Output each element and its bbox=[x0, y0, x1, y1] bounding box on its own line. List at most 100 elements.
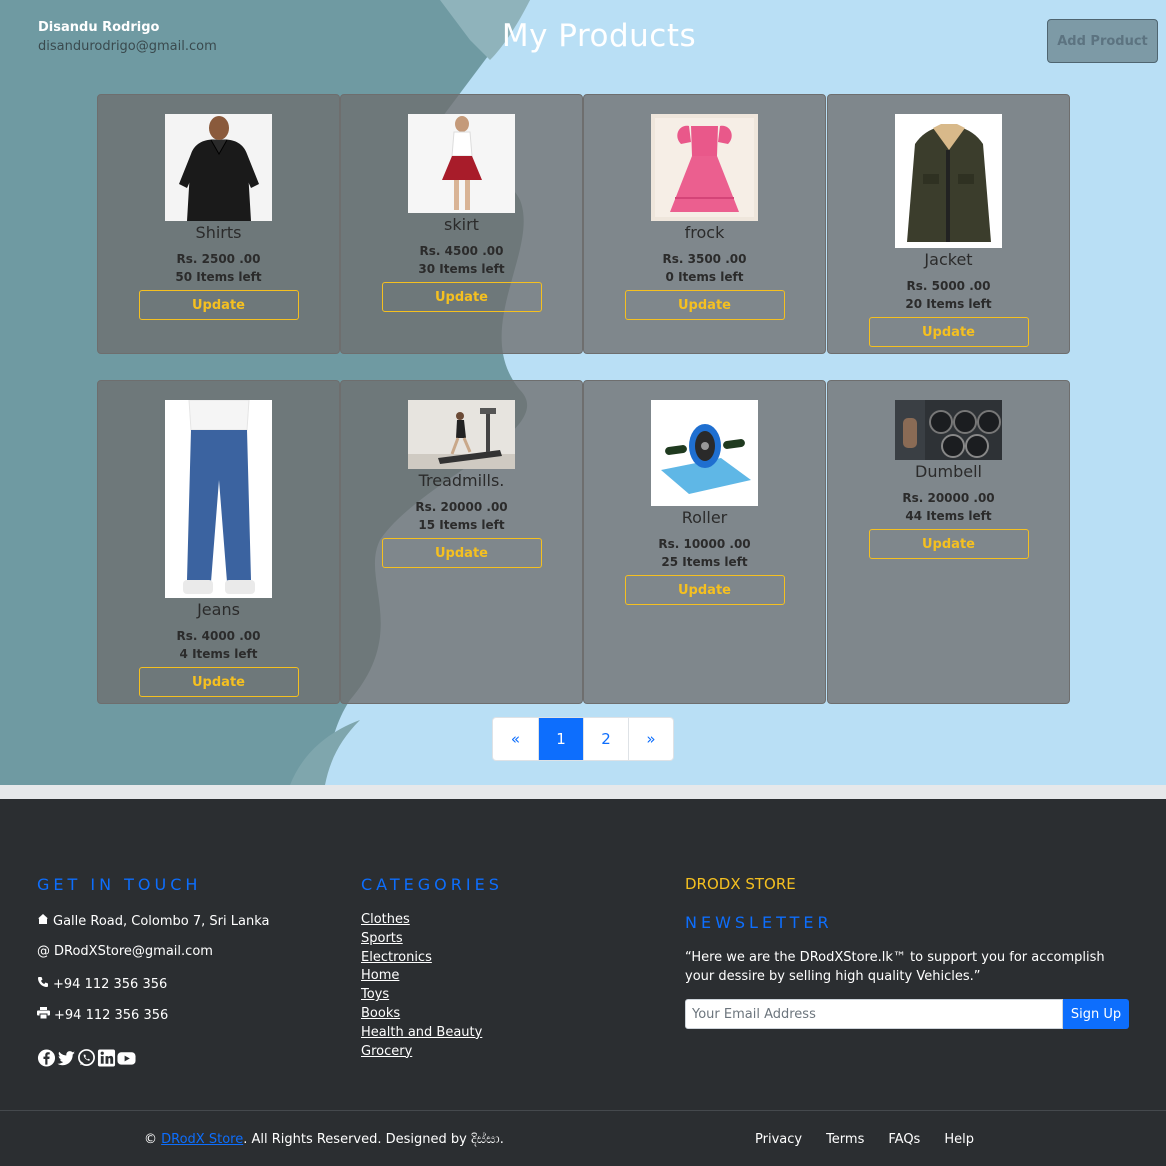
email-text: DRodXStore@gmail.com bbox=[54, 944, 213, 959]
product-name: Jacket bbox=[924, 250, 973, 269]
copyright-text: . All Rights Reserved. Designed by දිස්ස… bbox=[243, 1132, 504, 1147]
black-shirt-photo bbox=[165, 114, 272, 221]
newsletter-email-input[interactable] bbox=[685, 999, 1063, 1029]
update-button[interactable]: Update bbox=[868, 317, 1029, 347]
update-button[interactable]: Update bbox=[138, 290, 299, 320]
product-card: frock Rs. 3500 .00 0 Items left Update bbox=[583, 94, 826, 354]
address-line: Galle Road, Colombo 7, Sri Lanka bbox=[37, 913, 269, 929]
category-link-health-beauty[interactable]: Health and Beauty bbox=[361, 1024, 482, 1043]
pagination-page-1[interactable]: 1 bbox=[538, 718, 583, 760]
add-product-button[interactable]: Add Product bbox=[1047, 19, 1158, 63]
category-link-grocery[interactable]: Grocery bbox=[361, 1043, 482, 1062]
product-name: Jeans bbox=[197, 600, 240, 619]
store-heading: DRODX STORE bbox=[685, 875, 796, 893]
product-name: frock bbox=[684, 223, 725, 242]
youtube-icon[interactable] bbox=[117, 1048, 136, 1068]
update-button[interactable]: Update bbox=[381, 282, 542, 312]
pagination-page-2[interactable]: 2 bbox=[583, 718, 628, 760]
product-price: Rs. 10000 .00 bbox=[658, 537, 751, 551]
at-icon: @ bbox=[37, 944, 50, 959]
product-stock: 50 Items left bbox=[175, 270, 262, 284]
update-button[interactable]: Update bbox=[868, 529, 1029, 559]
update-button[interactable]: Update bbox=[138, 667, 299, 697]
categories-heading: CATEGORIES bbox=[361, 875, 503, 894]
home-icon bbox=[37, 913, 49, 929]
product-stock: 20 Items left bbox=[905, 297, 992, 311]
update-button[interactable]: Update bbox=[624, 290, 785, 320]
copyright: © DRodX Store. All Rights Reserved. Desi… bbox=[144, 1132, 504, 1147]
footer-divider bbox=[0, 1110, 1166, 1111]
pink-frock-photo bbox=[651, 114, 758, 221]
product-name: Shirts bbox=[195, 223, 242, 242]
product-card: Treadmills. Rs. 20000 .00 15 Items left … bbox=[340, 380, 583, 704]
product-stock: 44 Items left bbox=[905, 509, 992, 523]
dumbbell-rack-photo bbox=[895, 400, 1002, 460]
treadmill-photo bbox=[408, 400, 515, 469]
product-price: Rs. 2500 .00 bbox=[176, 252, 261, 266]
product-name: skirt bbox=[444, 215, 479, 234]
fax-text: +94 112 356 356 bbox=[54, 1007, 169, 1023]
category-link-electronics[interactable]: Electronics bbox=[361, 949, 482, 968]
newsletter-text: “Here we are the DRodXStore.lk™ to suppo… bbox=[685, 950, 1105, 984]
product-price: Rs. 3500 .00 bbox=[662, 252, 747, 266]
printer-icon bbox=[37, 1007, 50, 1023]
product-name: Dumbell bbox=[915, 462, 982, 481]
product-name: Roller bbox=[681, 508, 728, 527]
product-stock: 4 Items left bbox=[179, 647, 258, 661]
phone-line: +94 112 356 356 bbox=[37, 976, 167, 992]
footer: GET IN TOUCH Galle Road, Colombo 7, Sri … bbox=[0, 799, 1166, 1166]
fax-line: +94 112 356 356 bbox=[37, 1007, 168, 1023]
update-button[interactable]: Update bbox=[381, 538, 542, 568]
pagination-next[interactable]: » bbox=[628, 718, 673, 760]
categories-list: Clothes Sports Electronics Home Toys Boo… bbox=[361, 911, 482, 1061]
product-price: Rs. 4500 .00 bbox=[419, 244, 504, 258]
product-card: skirt Rs. 4500 .00 30 Items left Update bbox=[340, 94, 583, 354]
faqs-link[interactable]: FAQs bbox=[888, 1132, 920, 1147]
product-name: Treadmills. bbox=[418, 471, 505, 490]
product-price: Rs. 20000 .00 bbox=[902, 491, 995, 505]
product-price: Rs. 5000 .00 bbox=[906, 279, 991, 293]
product-card: Jeans Rs. 4000 .00 4 Items left Update bbox=[97, 380, 340, 704]
privacy-link[interactable]: Privacy bbox=[755, 1132, 802, 1147]
pagination-prev[interactable]: « bbox=[493, 718, 538, 760]
category-link-sports[interactable]: Sports bbox=[361, 930, 482, 949]
product-card: Jacket Rs. 5000 .00 20 Items left Update bbox=[827, 94, 1070, 354]
product-stock: 15 Items left bbox=[418, 518, 505, 532]
terms-link[interactable]: Terms bbox=[826, 1132, 864, 1147]
product-price: Rs. 4000 .00 bbox=[176, 629, 261, 643]
product-stock: 30 Items left bbox=[418, 262, 505, 276]
category-link-books[interactable]: Books bbox=[361, 1005, 482, 1024]
product-price: Rs. 20000 .00 bbox=[415, 500, 508, 514]
linkedin-icon[interactable] bbox=[97, 1048, 116, 1068]
contact-heading: GET IN TOUCH bbox=[37, 875, 202, 894]
green-jacket-photo bbox=[895, 114, 1002, 248]
store-link[interactable]: DRodX Store bbox=[161, 1132, 243, 1147]
footer-links: Privacy Terms FAQs Help bbox=[755, 1132, 998, 1147]
product-stock: 0 Items left bbox=[665, 270, 744, 284]
ab-roller-photo bbox=[651, 400, 758, 506]
facebook-icon[interactable] bbox=[37, 1048, 56, 1068]
copyright-symbol: © bbox=[144, 1132, 157, 1147]
sign-up-button[interactable]: Sign Up bbox=[1063, 999, 1129, 1029]
category-link-home[interactable]: Home bbox=[361, 967, 482, 986]
update-button[interactable]: Update bbox=[624, 575, 785, 605]
twitter-icon[interactable] bbox=[57, 1048, 76, 1068]
phone-text: +94 112 356 356 bbox=[53, 976, 168, 992]
category-link-toys[interactable]: Toys bbox=[361, 986, 482, 1005]
product-card: Shirts Rs. 2500 .00 50 Items left Update bbox=[97, 94, 340, 354]
category-link-clothes[interactable]: Clothes bbox=[361, 911, 482, 930]
whatsapp-icon[interactable] bbox=[77, 1048, 96, 1068]
page-title: My Products bbox=[501, 18, 697, 54]
help-link[interactable]: Help bbox=[944, 1132, 974, 1147]
blue-jeans-photo bbox=[165, 400, 272, 598]
email-line: @ DRodXStore@gmail.com bbox=[37, 944, 213, 959]
pagination: « 1 2 » bbox=[492, 717, 674, 761]
address-text: Galle Road, Colombo 7, Sri Lanka bbox=[53, 913, 270, 929]
product-card: Dumbell Rs. 20000 .00 44 Items left Upda… bbox=[827, 380, 1070, 704]
social-links bbox=[37, 1048, 136, 1068]
red-skirt-photo bbox=[408, 114, 515, 213]
section-divider bbox=[0, 785, 1166, 799]
product-stock: 25 Items left bbox=[661, 555, 748, 569]
products-section: Disandu Rodrigo disandurodrigo@gmail.com… bbox=[0, 0, 1166, 785]
newsletter-heading: NEWSLETTER bbox=[685, 913, 833, 932]
